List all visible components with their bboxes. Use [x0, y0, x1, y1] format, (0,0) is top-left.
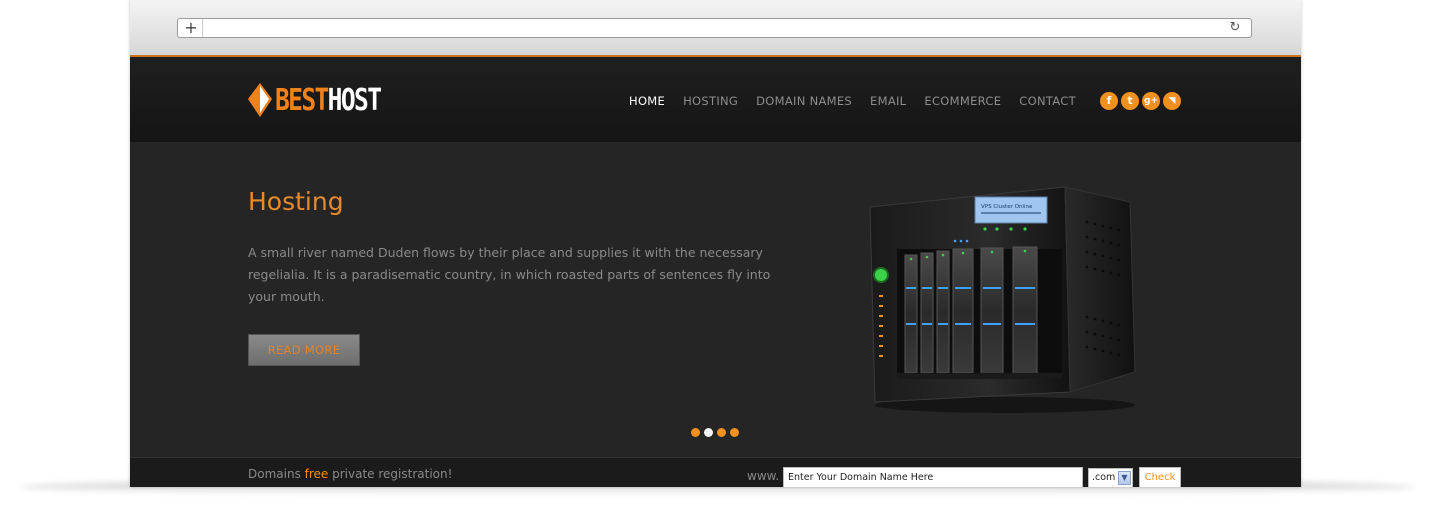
- address-bar[interactable]: + ↻: [177, 18, 1252, 38]
- slider-dot-3[interactable]: [717, 428, 726, 437]
- slider-dots: [691, 428, 739, 437]
- domains-promo: Domains free private registration!: [248, 467, 452, 481]
- slider-dot-2[interactable]: [704, 428, 713, 437]
- domain-search-input[interactable]: Enter Your Domain Name Here: [783, 467, 1083, 487]
- domains-promo-before: Domains: [248, 467, 305, 481]
- logo-host: HOST: [327, 82, 382, 118]
- rss-icon[interactable]: ◥: [1163, 92, 1181, 110]
- twitter-icon[interactable]: t: [1121, 92, 1139, 110]
- server-screen-title: VPS Cluster Online: [981, 204, 1033, 210]
- nav-contact[interactable]: CONTACT: [1019, 94, 1076, 108]
- nav-domain-names[interactable]: DOMAIN NAMES: [756, 94, 852, 108]
- hero-title: Hosting: [248, 187, 344, 216]
- domains-promo-after: private registration!: [328, 467, 453, 481]
- nav-home[interactable]: HOME: [629, 94, 665, 108]
- plus-icon[interactable]: +: [180, 19, 203, 37]
- google-plus-icon[interactable]: g+: [1142, 92, 1160, 110]
- nav-email[interactable]: EMAIL: [870, 94, 906, 108]
- www-prefix: www.: [747, 469, 780, 483]
- social-links: f t g+ ◥: [1100, 92, 1181, 110]
- logo[interactable]: BESTHOST: [248, 82, 404, 118]
- slider-dot-4[interactable]: [730, 428, 739, 437]
- browser-window: + ↻ BESTHOST HOME HOSTING DOMAIN NAMES E…: [130, 0, 1301, 487]
- tld-select-value: .com: [1092, 472, 1116, 483]
- hero-text: A small river named Duden flows by their…: [248, 245, 771, 304]
- check-domain-button[interactable]: Check: [1139, 467, 1181, 487]
- facebook-icon[interactable]: f: [1100, 92, 1118, 110]
- domain-bar: Domains free private registration! www. …: [130, 457, 1301, 487]
- site-header: BESTHOST HOME HOSTING DOMAIN NAMES EMAIL…: [130, 55, 1301, 142]
- server-image: VPS Cluster Online: [869, 186, 1136, 413]
- logo-text: BESTHOST: [275, 82, 382, 118]
- logo-best: BEST: [275, 82, 329, 118]
- domains-promo-free: free: [304, 467, 329, 481]
- diamond-logo-icon: [248, 83, 272, 117]
- reload-icon[interactable]: ↻: [1227, 19, 1243, 37]
- main-nav: HOME HOSTING DOMAIN NAMES EMAIL ECOMMERC…: [629, 94, 1076, 108]
- nav-ecommerce[interactable]: ECOMMERCE: [924, 94, 1001, 108]
- nav-hosting[interactable]: HOSTING: [683, 94, 738, 108]
- slider-dot-1[interactable]: [691, 428, 700, 437]
- hero-slider: Hosting A small river named Duden flows …: [130, 142, 1301, 457]
- tld-select[interactable]: .com ▼: [1088, 468, 1133, 487]
- chevron-down-icon: ▼: [1118, 471, 1131, 485]
- read-more-button[interactable]: READ MORE: [248, 334, 360, 366]
- browser-chrome: + ↻: [130, 0, 1301, 56]
